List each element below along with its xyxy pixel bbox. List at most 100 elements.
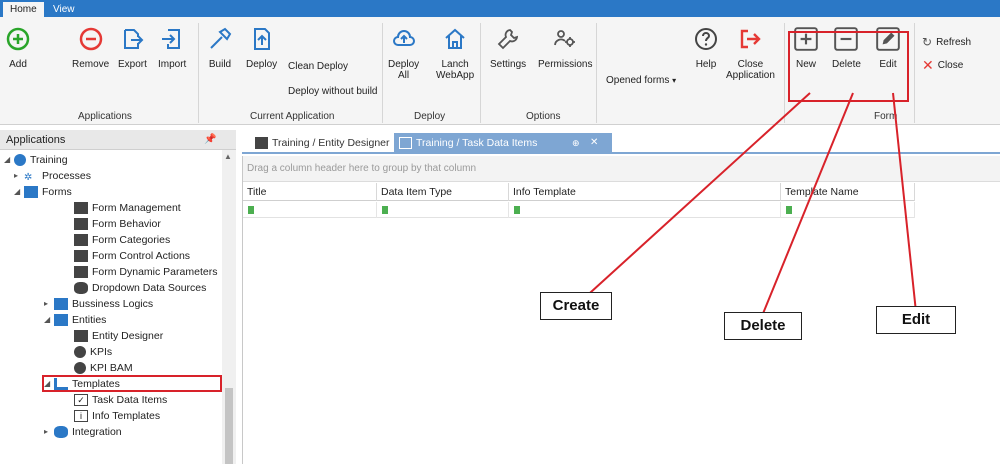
filter-cell-template-name[interactable] <box>781 202 915 218</box>
doctab-entity-designer[interactable]: Training / Entity Designer <box>250 133 390 153</box>
close-icon[interactable]: ✕ <box>590 133 598 153</box>
close-button[interactable]: ✕ Close <box>922 57 963 74</box>
tab-home[interactable]: Home <box>3 2 44 17</box>
group-by-bar[interactable]: Drag a column header here to group by th… <box>243 156 1000 182</box>
collapse-arrow-icon[interactable]: ▸ <box>44 424 54 440</box>
scrollbar-thumb[interactable] <box>225 388 233 464</box>
hammer-icon <box>206 25 234 53</box>
ribbon-separator <box>914 23 915 123</box>
refresh-button[interactable]: ↻ Refresh <box>922 35 971 49</box>
filter-cell-data-item-type[interactable] <box>377 202 509 218</box>
alert-icon <box>74 250 88 262</box>
panel-title: Applications <box>6 134 66 146</box>
add-button[interactable]: Add <box>4 25 32 70</box>
tab-view[interactable]: View <box>46 2 82 17</box>
pie-chart-icon <box>74 346 86 358</box>
expand-arrow-icon[interactable]: ◢ <box>44 312 54 328</box>
user-gear-icon <box>551 25 579 53</box>
tree-item-form-behavior[interactable]: Form Behavior <box>74 216 161 232</box>
close-icon: ✕ <box>922 57 934 73</box>
database-icon <box>74 282 88 294</box>
tree-item-form-categories[interactable]: Form Categories <box>74 232 170 248</box>
close-application-button[interactable]: Close Application <box>726 25 775 81</box>
filter-row <box>243 202 915 218</box>
deploy-upload-icon <box>248 25 276 53</box>
group-label-options: Options <box>526 111 561 122</box>
tree-item-entity-designer[interactable]: Entity Designer <box>74 328 163 344</box>
scroll-up-icon[interactable]: ▲ <box>224 152 232 161</box>
group-label-deploy: Deploy <box>414 111 446 122</box>
column-header-title[interactable]: Title <box>243 183 377 201</box>
edit-callout: Edit <box>876 306 956 334</box>
ribbon-separator <box>198 23 199 123</box>
tree-item-forms[interactable]: ◢ Forms <box>14 184 72 200</box>
export-button[interactable]: Export <box>118 25 147 70</box>
build-button[interactable]: Build <box>206 25 234 70</box>
pin-icon[interactable]: 📌 <box>204 134 216 145</box>
applications-panel: Applications 📌 ◢ Training ▸ ✲ Processes … <box>0 130 236 464</box>
tree-item-entities[interactable]: ◢ Entities <box>44 312 106 328</box>
share-icon <box>74 234 88 246</box>
expand-arrow-icon[interactable]: ◢ <box>4 152 14 168</box>
deploy-all-button[interactable]: Deploy All <box>388 25 419 81</box>
tree-item-integration[interactable]: ▸ Integration <box>44 424 122 440</box>
chevron-down-icon: ▾ <box>672 76 677 85</box>
deploy-without-build-button[interactable]: Deploy without build <box>288 86 378 97</box>
permissions-button[interactable]: Permissions <box>538 25 592 70</box>
export-icon <box>118 25 146 53</box>
briefcase-icon <box>54 298 68 310</box>
filter-cell-info-template[interactable] <box>509 202 781 218</box>
deploy-button[interactable]: Deploy <box>246 25 277 70</box>
home-icon <box>441 25 469 53</box>
filter-cell-title[interactable] <box>243 202 377 218</box>
group-label-form: Form <box>874 111 898 122</box>
tree-item-dropdown-data-sources[interactable]: Dropdown Data Sources <box>74 280 206 296</box>
ribbon-separator <box>596 23 597 123</box>
import-button[interactable]: Import <box>158 25 186 70</box>
expand-arrow-icon[interactable]: ◢ <box>14 184 24 200</box>
doctab-task-data-items[interactable]: Training / Task Data Items ⊕ ✕ <box>394 133 612 153</box>
tree-item-processes[interactable]: ▸ ✲ Processes <box>14 168 91 184</box>
document-tabs: Training / Entity Designer Training / Ta… <box>242 132 1000 154</box>
templates-highlight <box>42 375 222 392</box>
ribbon-tab-strip: Home View <box>0 0 1000 17</box>
help-button[interactable]: Help <box>692 25 720 70</box>
create-callout: Create <box>540 292 612 320</box>
settings-button[interactable]: Settings <box>490 25 526 70</box>
info-icon: i <box>74 410 88 422</box>
clean-deploy-button[interactable]: Clean Deploy <box>288 61 348 72</box>
tree-item-kpi-bam[interactable]: KPI BAM <box>74 360 133 376</box>
exit-arrow-icon <box>736 25 764 53</box>
remove-button[interactable]: Remove <box>72 25 109 70</box>
group-label-applications: Applications <box>78 111 132 122</box>
group-hint-text: Drag a column header here to group by th… <box>247 163 477 174</box>
wrench-icon <box>494 25 522 53</box>
import-icon <box>158 25 186 53</box>
applications-panel-header: Applications 📌 <box>0 130 236 150</box>
grid-header: Title Data Item Type Info Template Templ… <box>243 183 915 201</box>
entity-designer-icon <box>255 137 268 149</box>
column-header-info-template[interactable]: Info Template <box>509 183 781 201</box>
column-header-template-name[interactable]: Template Name <box>781 183 915 201</box>
tree-item-task-data-items[interactable]: ✓ Task Data Items <box>74 392 167 408</box>
ribbon-separator <box>784 23 785 123</box>
pin-icon[interactable]: ⊕ <box>572 133 580 153</box>
form-group-highlight <box>788 31 909 102</box>
parameters-icon <box>74 266 88 278</box>
play-icon <box>74 218 88 230</box>
collapse-arrow-icon[interactable]: ▸ <box>44 296 54 312</box>
checkbox-icon <box>399 137 412 149</box>
forms-square-icon <box>24 186 38 198</box>
tree-item-bussiness-logics[interactable]: ▸ Bussiness Logics <box>44 296 153 312</box>
refresh-icon: ↻ <box>922 35 933 49</box>
tree-item-training[interactable]: ◢ Training <box>4 152 68 168</box>
column-header-data-item-type[interactable]: Data Item Type <box>377 183 509 201</box>
opened-forms-dropdown[interactable]: Opened forms ▾ <box>606 75 676 86</box>
tree-item-info-templates[interactable]: i Info Templates <box>74 408 160 424</box>
launch-webapp-button[interactable]: Lanch WebApp <box>436 25 474 81</box>
tree-item-form-management[interactable]: Form Management <box>74 200 181 216</box>
tree-item-form-control-actions[interactable]: Form Control Actions <box>74 248 190 264</box>
tree-item-kpis[interactable]: KPIs <box>74 344 112 360</box>
collapse-arrow-icon[interactable]: ▸ <box>14 168 24 184</box>
tree-item-form-dynamic-parameters[interactable]: Form Dynamic Parameters <box>74 264 217 280</box>
